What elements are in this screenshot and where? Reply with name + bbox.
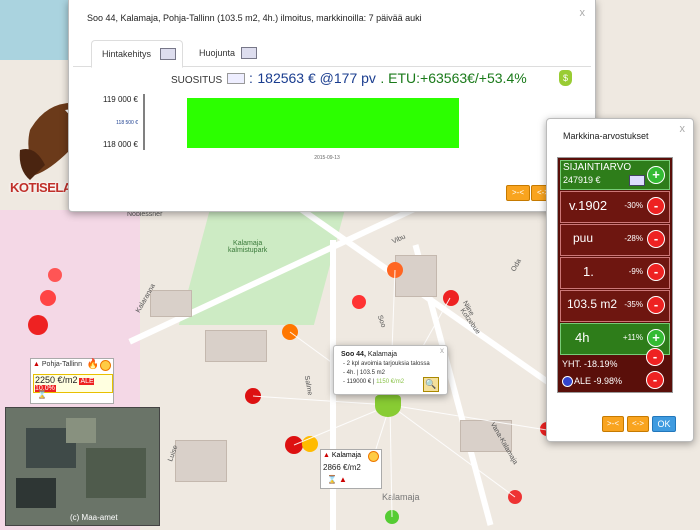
remove-button[interactable]: - <box>647 230 665 248</box>
sijainti-value: 247919 € <box>563 175 601 185</box>
market-row-year: v.1902 -30% - <box>560 191 670 223</box>
x-tick-label: 2015-09-13 <box>314 155 340 161</box>
kalamaja-label[interactable]: ▲ Kalamaja 2866 €/m2 ⌛ ▲ <box>320 449 382 489</box>
row-pct: -28% <box>624 234 643 243</box>
listing-panel[interactable]: Soo 44, Kalamaja, Pohja-Tallinn (103.5 m… <box>68 0 596 212</box>
row-label: 4h <box>575 330 590 345</box>
popup-title-rest: Kalamaja <box>365 351 398 358</box>
zoom-icon[interactable]: 🔍 <box>423 377 439 392</box>
collapse-button[interactable]: >-< <box>602 416 624 432</box>
remove-button[interactable]: - <box>647 296 665 314</box>
y-tick-label: 119 000 € <box>103 95 139 104</box>
district-name: Pohja-Tallinn <box>41 361 82 368</box>
popup-close-button[interactable]: x <box>440 346 444 355</box>
info-icon[interactable] <box>226 73 245 85</box>
hourglass-icon: ⌛ <box>327 475 337 484</box>
ale-row: ALE -9.98% - <box>560 371 668 389</box>
remove-button[interactable]: - <box>646 371 664 389</box>
yht-row: YHT. -18.19% - <box>560 348 668 372</box>
ale-icon <box>562 376 573 387</box>
hourglass-icon: ⌛ <box>37 390 47 399</box>
ale-value: ALE -9.98% <box>574 376 623 386</box>
speed-icon <box>368 451 379 462</box>
row-label: puu <box>573 231 594 245</box>
map-icon <box>629 175 645 186</box>
collapse-button[interactable]: >-< <box>506 185 530 201</box>
suositus-label: SUOSITUS <box>171 75 223 86</box>
remove-button[interactable]: - <box>647 263 665 281</box>
market-box: SIJAINTIARVO 247919 € + v.1902 -30% - pu… <box>557 157 673 393</box>
row-pct: -35% <box>624 300 643 309</box>
row-label: 103.5 m2 <box>567 297 618 311</box>
market-panel[interactable]: Markkina-arvostukset x SIJAINTIARVO 2479… <box>546 118 694 442</box>
listing-title: Soo 44, Kalamaja, Pohja-Tallinn (103.5 m… <box>87 13 422 23</box>
row-pct: +11% <box>622 333 643 342</box>
speed-icon <box>100 360 111 371</box>
add-button[interactable]: + <box>647 166 665 184</box>
market-row-material: puu -28% - <box>560 224 670 256</box>
ok-button[interactable]: OK <box>652 416 676 432</box>
y-tick-label: 118 000 € <box>103 140 139 149</box>
recommended-price: 182563 € @177 pv <box>257 70 376 86</box>
tab-huojunta[interactable]: Huojunta <box>191 40 271 66</box>
remove-button[interactable]: - <box>646 348 664 366</box>
yht-value: YHT. -18.19% <box>562 359 618 369</box>
expand-button[interactable]: <-> <box>627 416 649 432</box>
market-close-button[interactable]: x <box>680 123 686 135</box>
money-bag-icon: $ <box>559 70 572 86</box>
popup-price-m2: 1150 €/m2 <box>374 379 405 385</box>
sijainti-row: SIJAINTIARVO 247919 € + <box>560 160 670 190</box>
district-name: Kalamaja <box>331 452 362 459</box>
add-button[interactable]: + <box>647 329 665 347</box>
tab-label: Huojunta <box>199 48 236 58</box>
row-label: v.1902 <box>569 198 608 213</box>
market-row-area: 103.5 m2 -35% - <box>560 290 670 322</box>
house-icon: ▲ <box>339 475 347 484</box>
popup-line: - 4h. | 103.5 m2 <box>343 370 385 376</box>
district-price: 2250 €/m2 <box>35 375 78 385</box>
etu-value: . ETU:+63563€/+53.4% <box>380 70 527 86</box>
sijainti-label: SIJAINTIARVO <box>563 162 632 173</box>
tab-label: Hintakehitys <box>102 49 152 59</box>
warning-icon: ▲ <box>323 452 330 459</box>
remove-button[interactable]: - <box>647 197 665 215</box>
panel-close-button[interactable]: x <box>580 7 586 19</box>
popup-line: - 2 kpl avoimia tarjouksia talossa <box>343 361 430 367</box>
chart-bar <box>187 98 459 148</box>
popup-title: Soo 44, <box>341 351 366 358</box>
tab-hintakehitys[interactable]: Hintakehitys <box>91 40 183 68</box>
satellite-thumbnail[interactable]: (c) Maa-amet <box>5 407 160 526</box>
warning-icon: ▲ <box>33 361 40 368</box>
listing-popup[interactable]: Soo 44, Kalamaja - 2 kpl avoimia tarjouk… <box>333 345 448 395</box>
pohja-tallinn-label[interactable]: ▲ Pohja-Tallinn 🔥 2250 €/m2 ALE 10,0% ⌛ <box>30 358 114 404</box>
market-title: Markkina-arvostukset <box>563 131 649 141</box>
market-row-floor: 1. -9% - <box>560 257 670 289</box>
popup-price: - 119000 € | <box>343 379 375 385</box>
row-pct: -9% <box>628 267 643 276</box>
chart-icon <box>241 47 257 59</box>
price-chart: 119 000 € 118 500 € 118 000 € 2015-09-13 <box>103 94 459 161</box>
chart-icon <box>160 48 176 60</box>
row-label: 1. <box>583 264 594 279</box>
district-price: 2866 €/m2 <box>323 463 361 472</box>
satellite-credit: (c) Maa-amet <box>70 513 118 522</box>
selected-listing-marker[interactable] <box>375 395 401 417</box>
fire-icon: 🔥 <box>86 359 99 370</box>
row-pct: -30% <box>624 201 643 210</box>
y-tick-label: 118 500 € <box>116 120 138 126</box>
